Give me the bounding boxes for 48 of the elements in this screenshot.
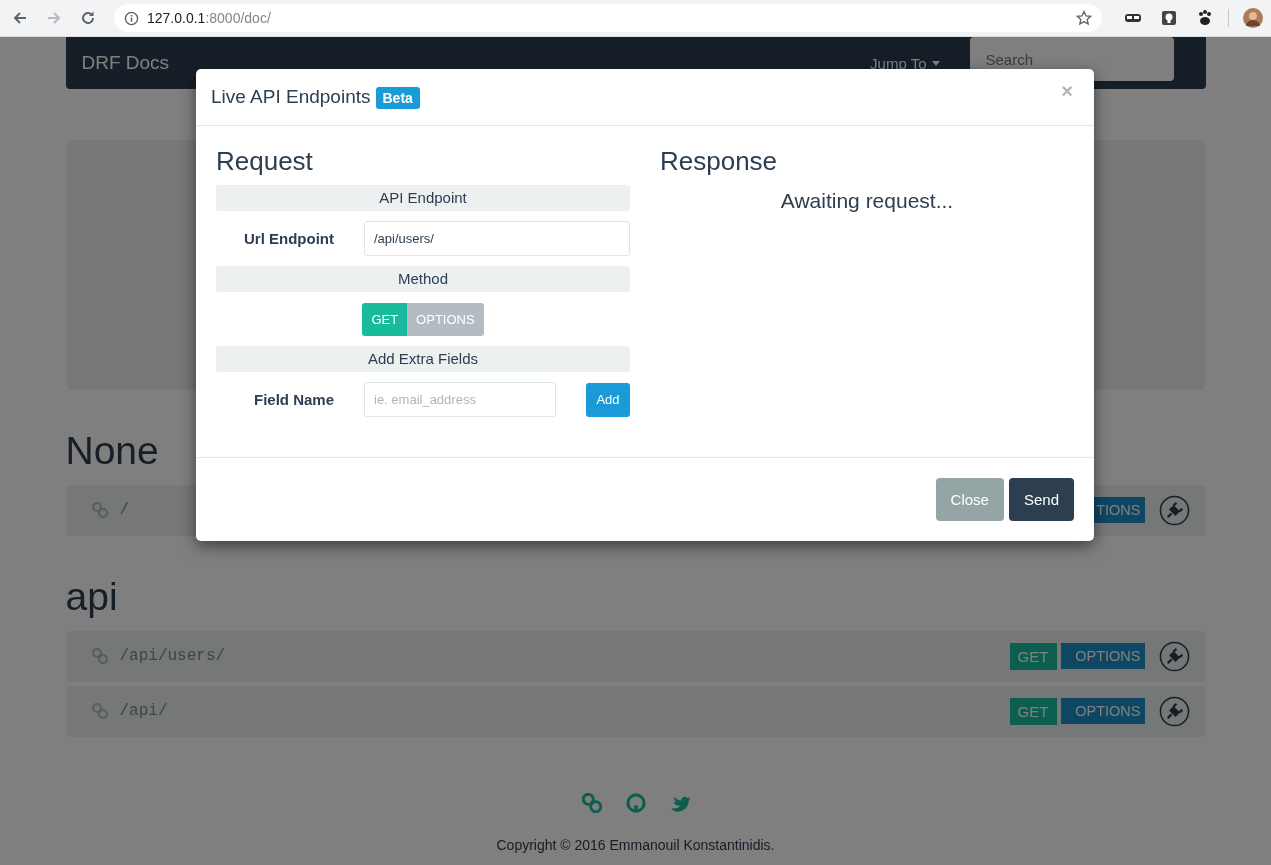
reload-icon[interactable] (80, 10, 96, 26)
method-button[interactable]: GET (362, 303, 408, 336)
response-status: Awaiting request... (779, 189, 955, 213)
add-button[interactable]: Add (586, 382, 630, 417)
plug-icon[interactable] (1158, 640, 1190, 672)
paw-icon[interactable] (1196, 9, 1214, 27)
response-heading: Response (660, 146, 779, 177)
endpoint-row[interactable]: /api/users/ GET OPTIONS (65, 630, 1206, 682)
field-name-field[interactable]: ie. email_address (364, 382, 556, 417)
endpoint-row[interactable]: /api/ GET OPTIONS (65, 685, 1206, 737)
bulb-icon[interactable] (1160, 9, 1178, 27)
url-path: :8000/doc/ (205, 10, 272, 26)
field-name-label: Field Name (252, 391, 334, 408)
section-header: Method (216, 266, 630, 292)
copyright-text: Copyright © 2016 Emmanouil Konstantinidis. (495, 836, 776, 853)
method-label: GET (1009, 697, 1057, 725)
plug-icon[interactable] (1158, 494, 1190, 526)
brand-link[interactable]: DRF Docs (81, 52, 170, 74)
group-heading: api (65, 575, 119, 619)
request-heading: Request (216, 146, 314, 177)
method-button[interactable]: OPTIONS (407, 303, 484, 336)
endpoint-path: /api/users/ (119, 647, 226, 666)
modal-title: Live API Endpoints (211, 86, 371, 108)
endpoint-path: / (119, 501, 130, 520)
info-icon (124, 10, 139, 26)
section-header: Add Extra Fields (216, 346, 630, 372)
link-icon (91, 502, 108, 519)
close-button[interactable]: × (1055, 79, 1079, 103)
method-label: OPTIONS (1060, 643, 1145, 670)
method-label: OPTIONS (1060, 698, 1145, 725)
endpoint-path: /api/ (119, 702, 168, 721)
group-heading: None (65, 430, 160, 473)
send-button[interactable]: Send (1008, 478, 1074, 521)
avatar-icon[interactable] (1243, 8, 1263, 28)
method-label: GET (1009, 642, 1057, 670)
link-icon (91, 648, 108, 665)
url-endpoint-field[interactable]: /api/users/ (364, 221, 630, 256)
close-button[interactable]: Close (935, 478, 1004, 521)
plug-icon[interactable] (1158, 695, 1190, 727)
caret-icon (931, 60, 940, 66)
link-icon (91, 703, 108, 720)
url-endpoint-label: Url Endpoint (243, 230, 334, 247)
url-host: 127.0.0.1 (147, 10, 206, 26)
section-header: API Endpoint (216, 185, 630, 211)
beta-badge: Beta (375, 87, 420, 109)
address-bar[interactable]: 127.0.0.1:8000/doc/ (114, 4, 1102, 32)
back-icon[interactable] (12, 10, 28, 26)
star-icon[interactable] (1076, 10, 1092, 26)
